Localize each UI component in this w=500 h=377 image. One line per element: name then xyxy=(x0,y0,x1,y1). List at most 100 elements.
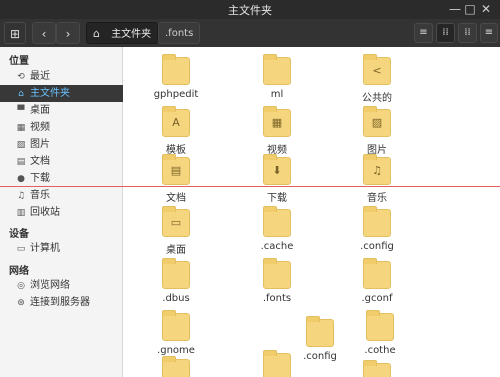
sidebar-section-devices: 设备 xyxy=(9,229,29,240)
folder-label: 音乐 xyxy=(367,193,387,204)
folder-label: 下载 xyxy=(267,193,287,204)
folder-item[interactable]: ♫ 音乐 xyxy=(337,154,417,204)
back-button[interactable]: ‹ xyxy=(32,22,56,44)
sidebar-section-places: 位置 xyxy=(9,56,29,67)
folder-item[interactable]: ▦ 视频 xyxy=(237,106,317,156)
column-view-button[interactable]: ⁞⁞ xyxy=(458,23,477,43)
folder-label: 视频 xyxy=(267,145,287,156)
folder-icon xyxy=(363,258,391,289)
grid-view-button[interactable]: ⁞⁞ xyxy=(436,23,455,43)
sidebar-item-pictures[interactable]: ▨ 图片 xyxy=(0,136,123,153)
breadcrumb-label: 主文件夹 xyxy=(111,29,152,40)
maximize-button[interactable]: □ xyxy=(462,2,478,17)
picture-icon: ▨ xyxy=(16,140,26,150)
folder-label: .cache xyxy=(260,241,294,252)
sidebar-item-label: 视频 xyxy=(30,122,50,133)
folder-icon xyxy=(162,310,190,341)
sidebar-item-music[interactable]: ♫ 音乐 xyxy=(0,187,123,204)
desktop-folder-icon: ▭ xyxy=(162,206,190,237)
folder-item[interactable]: < 公共的 xyxy=(337,54,417,104)
sidebar-icon: ⊞ xyxy=(9,27,21,41)
sidebar-item-desktop[interactable]: ▀ 桌面 xyxy=(0,102,123,119)
folder-item[interactable]: .gnome xyxy=(136,310,216,356)
folder-label: .cothe xyxy=(364,345,396,356)
folder-icon xyxy=(162,258,190,289)
folder-item[interactable]: .dbus xyxy=(136,258,216,304)
sidebar-item-trash[interactable]: ▥ 回收站 xyxy=(0,204,123,221)
forward-button[interactable]: › xyxy=(56,22,80,44)
music-folder-icon: ♫ xyxy=(363,154,391,185)
home-icon: ⌂ xyxy=(18,89,24,99)
folder-label: .fonts xyxy=(262,293,292,304)
folder-icon xyxy=(263,258,291,289)
sidebar-item-home[interactable]: ⌂ 主文件夹 xyxy=(0,85,123,102)
breadcrumb-label: .fonts xyxy=(165,28,194,39)
folder-item[interactable]: .gconf xyxy=(337,258,417,304)
share-folder-icon: < xyxy=(363,54,391,85)
folder-item[interactable]: ▭ 桌面 xyxy=(136,206,216,256)
home-icon: ⌂ xyxy=(93,27,100,40)
file-grid: gphpedit ml < 公共的 A 模板 ▦ 视频 ▨ 图片 ▤ 文档 ⬇ … xyxy=(124,47,500,377)
folder-item[interactable]: .fonts xyxy=(237,258,317,304)
sidebar-item-label: 桌面 xyxy=(30,105,50,116)
folder-item[interactable]: .cothe xyxy=(340,310,420,356)
list-icon: ≡ xyxy=(419,27,428,38)
folder-item[interactable] xyxy=(337,360,417,377)
documents-folder-icon: ▤ xyxy=(162,154,190,185)
title-bar: 主文件夹 — □ ✕ xyxy=(0,0,500,19)
server-icon: ⊛ xyxy=(17,298,25,308)
folder-item[interactable]: ml xyxy=(237,54,317,100)
folder-icon xyxy=(263,54,291,85)
breadcrumb-fonts[interactable]: .fonts xyxy=(158,22,201,44)
network-icon: ◎ xyxy=(17,281,25,291)
folder-item[interactable]: .cache xyxy=(237,206,317,252)
folder-icon xyxy=(306,316,334,347)
sidebar-item-browse-network[interactable]: ◎ 浏览网络 xyxy=(0,277,123,294)
folder-label: 模板 xyxy=(166,145,186,156)
chevron-right-icon: › xyxy=(65,27,71,41)
folder-icon xyxy=(263,206,291,237)
desktop-icon: ▀ xyxy=(17,106,25,116)
sidebar-item-label: 下载 xyxy=(30,173,50,184)
film-icon: ▦ xyxy=(16,123,26,133)
folder-label: gphpedit xyxy=(153,89,199,100)
sidebar-item-connect-server[interactable]: ⊛ 连接到服务器 xyxy=(0,294,123,311)
templates-folder-icon: A xyxy=(162,106,190,137)
sidebar-item-recent[interactable]: ⟲ 最近 xyxy=(0,68,123,85)
menu-button[interactable]: ≡ xyxy=(480,23,498,43)
sidebar-item-computer[interactable]: ▭ 计算机 xyxy=(0,240,123,257)
folder-label: .gnome xyxy=(157,345,195,356)
folder-item[interactable]: ▤ 文档 xyxy=(136,154,216,204)
downloads-folder-icon: ⬇ xyxy=(263,154,291,185)
folder-item[interactable]: gphpedit xyxy=(136,54,216,100)
folder-item[interactable]: ⬇ 下载 xyxy=(237,154,317,204)
folder-item[interactable]: .config xyxy=(337,206,417,252)
folder-icon xyxy=(263,350,291,377)
folder-icon xyxy=(366,310,394,341)
folder-item[interactable]: ▨ 图片 xyxy=(337,106,417,156)
sidebar-toggle-button[interactable]: ⊞ xyxy=(4,22,26,44)
folder-label: 图片 xyxy=(367,145,387,156)
list-view-button[interactable]: ≡ xyxy=(414,23,433,43)
sidebar-item-videos[interactable]: ▦ 视频 xyxy=(0,119,123,136)
sidebar-item-downloads[interactable]: ● 下载 xyxy=(0,170,123,187)
close-button[interactable]: ✕ xyxy=(478,2,494,17)
breadcrumb-home[interactable]: ⌂ 主文件夹 xyxy=(86,22,159,44)
folder-icon xyxy=(363,206,391,237)
folder-item[interactable] xyxy=(136,356,216,377)
sidebar-item-documents[interactable]: ▤ 文档 xyxy=(0,153,123,170)
folder-item[interactable] xyxy=(237,350,317,377)
minimize-button[interactable]: — xyxy=(447,2,463,17)
computer-icon: ▭ xyxy=(16,244,26,254)
folder-label: ml xyxy=(270,89,284,100)
sidebar-item-label: 图片 xyxy=(30,139,50,150)
clock-icon: ⟲ xyxy=(17,72,25,82)
window-title: 主文件夹 xyxy=(228,3,272,17)
folder-icon xyxy=(162,54,190,85)
document-icon: ▤ xyxy=(16,157,26,167)
sidebar-item-label: 计算机 xyxy=(30,243,60,254)
guide-line xyxy=(0,186,500,187)
folder-item[interactable]: A 模板 xyxy=(136,106,216,156)
sidebar-item-label: 最近 xyxy=(30,71,50,82)
videos-folder-icon: ▦ xyxy=(263,106,291,137)
